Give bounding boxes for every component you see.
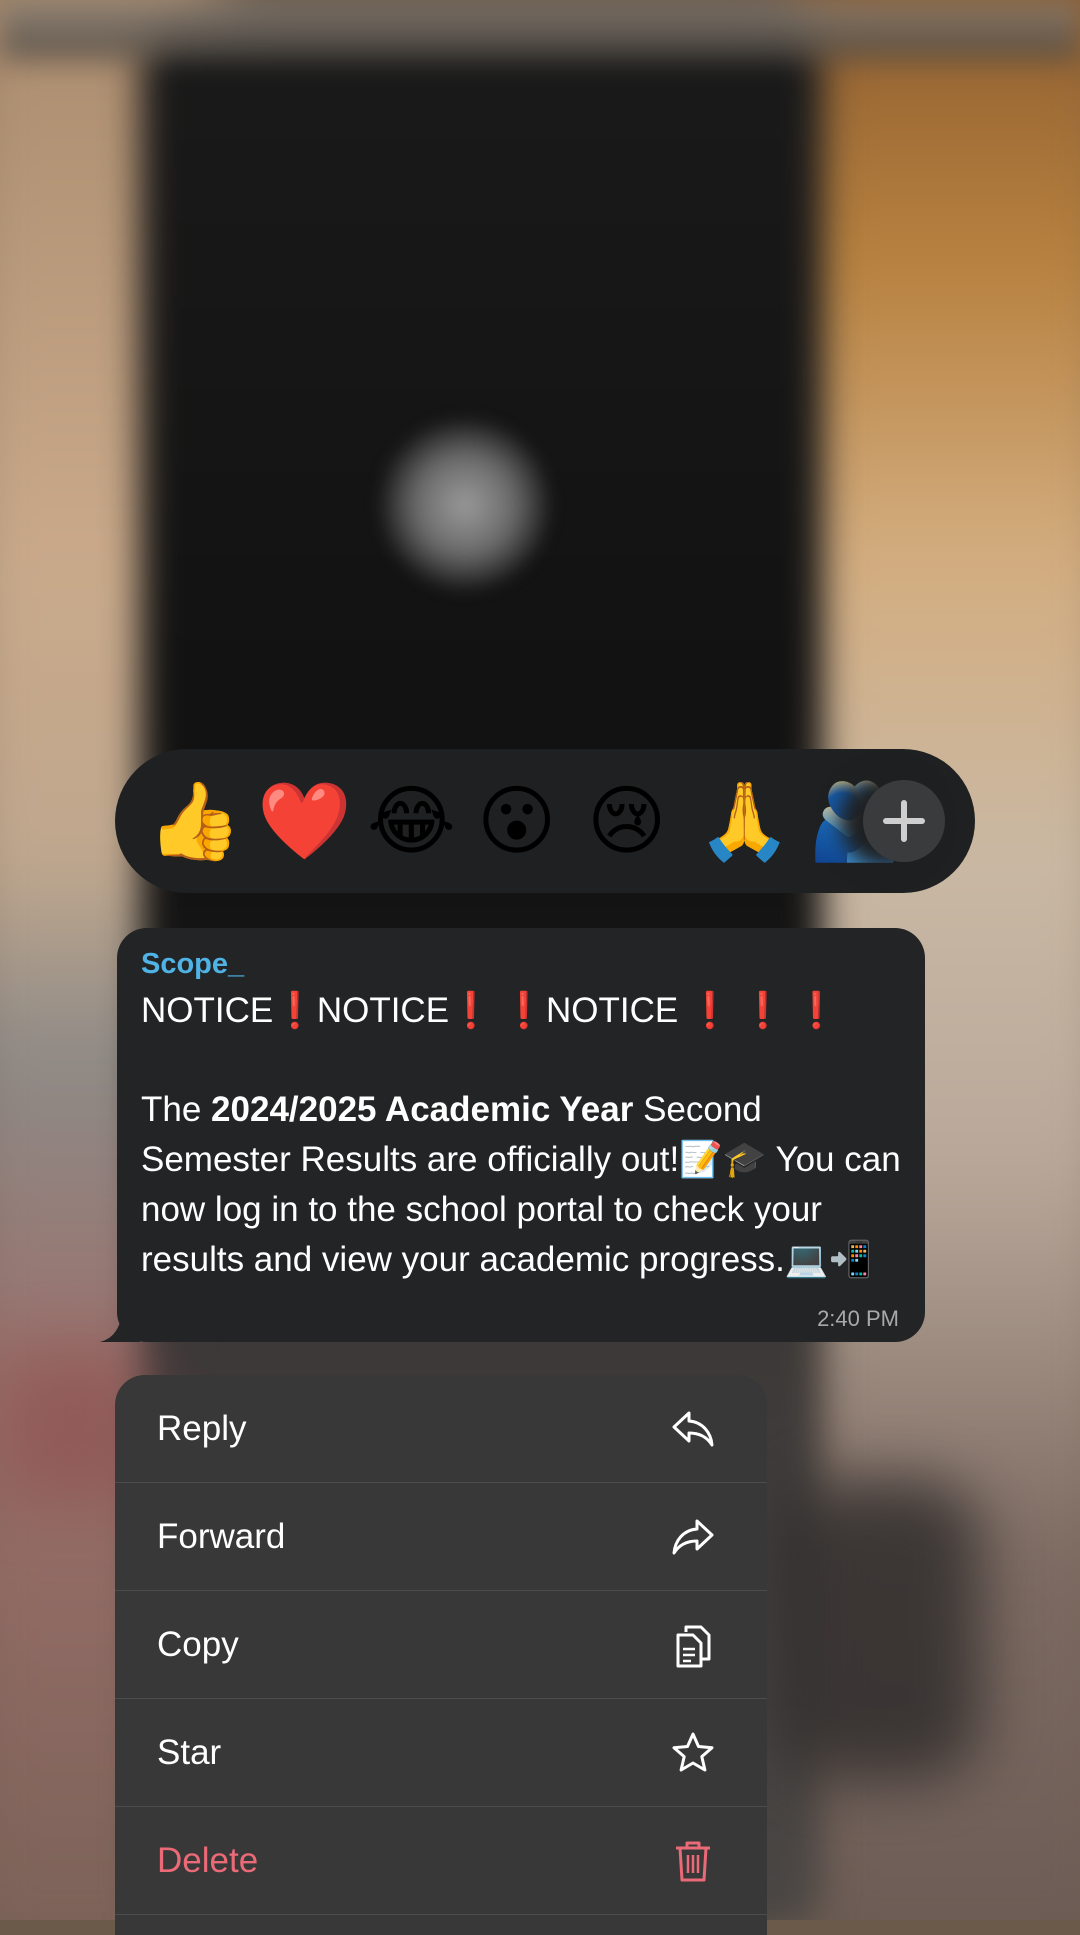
message-body: The 2024/2025 Academic Year Second Semes… <box>141 1090 901 1279</box>
heart-reaction[interactable]: ❤️ <box>257 783 367 859</box>
star-menu-item[interactable]: Star <box>115 1699 767 1807</box>
reply-menu-item[interactable]: Reply <box>115 1375 767 1483</box>
trash-icon <box>676 1841 710 1882</box>
message-timestamp: 2:40 PM <box>817 1306 899 1331</box>
message-bubble[interactable]: Scope_ NOTICE❗NOTICE❗ ❗NOTICE ❗ ❗ ❗ The … <box>117 928 925 1342</box>
crying-reaction[interactable]: 😢 <box>587 783 697 859</box>
star-icon <box>672 1732 714 1772</box>
reaction-bar: 👍 ❤️ 😂 😮 😢 🙏 🫂 <box>115 749 975 893</box>
thumbs-up-reaction[interactable]: 👍 <box>147 783 257 859</box>
forward-menu-item[interactable]: Forward <box>115 1483 767 1591</box>
more-reactions-button[interactable] <box>863 780 945 862</box>
notice-line: NOTICE❗NOTICE❗ ❗NOTICE ❗ ❗ ❗ <box>141 991 839 1030</box>
context-menu: Reply Forward Copy Star Delete <box>115 1375 767 1935</box>
laughing-reaction[interactable]: 😂 <box>367 783 477 859</box>
reply-icon <box>672 1411 714 1447</box>
forward-icon <box>672 1519 714 1555</box>
delete-menu-item[interactable]: Delete <box>115 1807 767 1915</box>
surprised-reaction[interactable]: 😮 <box>477 783 587 859</box>
praying-hands-reaction[interactable]: 🙏 <box>697 783 807 859</box>
copy-icon <box>676 1625 711 1668</box>
copy-menu-item[interactable]: Copy <box>115 1591 767 1699</box>
sender-name: Scope_ <box>141 948 245 980</box>
